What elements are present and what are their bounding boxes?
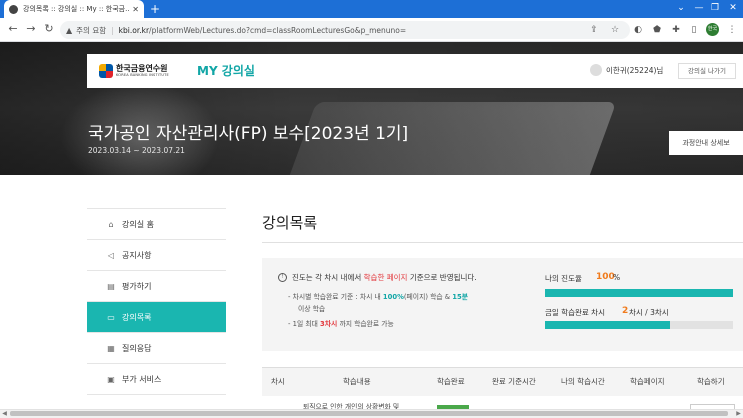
col-required-time: 완료 기준시간: [492, 377, 536, 386]
course-guide-button[interactable]: 과정안내 상세보: [669, 131, 743, 155]
site-favicon-icon: [9, 4, 18, 14]
scrollbar-thumb[interactable]: [10, 411, 728, 416]
today-completion-unit: 차시 / 3차시: [629, 308, 669, 317]
page-title: 강의목록: [262, 214, 318, 232]
today-progress-fill: [545, 321, 671, 329]
col-content: 학습내용: [343, 377, 371, 386]
tab-search-icon[interactable]: ⌄: [672, 1, 690, 15]
my-classroom-title[interactable]: MY 강의실: [197, 62, 255, 79]
side-panel-icon[interactable]: ▯: [688, 24, 700, 36]
shield-extension-icon[interactable]: ⬟: [651, 24, 663, 36]
logo-korean-name: 한국금융연수원: [116, 64, 168, 73]
service-icon: ▣: [107, 374, 115, 384]
sidebar-item-label: 질의응답: [122, 343, 152, 353]
restore-button[interactable]: ❐: [706, 1, 724, 15]
today-completion-label: 금일 학습완료 차시: [545, 308, 605, 317]
title-divider: [262, 242, 743, 243]
col-session: 차시: [271, 377, 285, 386]
exit-classroom-button[interactable]: 강의실 나가기: [678, 63, 736, 79]
extensions-puzzle-icon[interactable]: ✚: [670, 24, 682, 36]
close-tab-icon[interactable]: ✕: [132, 5, 139, 14]
col-completed: 학습완료: [437, 377, 465, 386]
forward-button[interactable]: →: [24, 22, 38, 36]
address-toolbar: ← → ↻ ▲ 주의 요함 | kbi.or.kr /platformWeb/L…: [0, 18, 743, 42]
info-icon: !: [278, 273, 287, 282]
user-name: 이한귀(25224)님: [606, 66, 664, 75]
sidebar-item-home[interactable]: ⌂ 강의실 홈: [87, 209, 226, 240]
browser-tab[interactable]: 강의목록 :: 강의실 :: My :: 한국금... ✕: [4, 0, 144, 18]
notice-highlight: 학습한 페이지: [363, 273, 408, 282]
sidebar-item-label: 공지사항: [122, 250, 152, 260]
today-completion-value: 2: [622, 306, 629, 316]
my-progress-label: 나의 진도율: [545, 274, 582, 283]
home-icon: ⌂: [108, 219, 114, 229]
qa-icon: ▦: [107, 343, 115, 353]
sidebar-item-label: 평가하기: [122, 281, 152, 291]
sidebar-item-services[interactable]: ▣ 부가 서비스: [87, 364, 226, 395]
profile-avatar[interactable]: 한국: [706, 23, 719, 36]
daily-limit: - 1일 최대 3차시 까지 학습완료 가능: [288, 320, 394, 328]
warning-icon[interactable]: ▲: [66, 26, 72, 35]
my-progress-bar: [545, 289, 733, 297]
url-path: /platformWeb/Lectures.do?cmd=classRoomLe…: [149, 25, 407, 35]
course-dates: 2023.03.14 ~ 2023.07.21: [88, 146, 185, 155]
extension-circle-icon[interactable]: ◐: [632, 24, 644, 36]
my-progress-value: 100: [596, 272, 615, 282]
logo-english-name: KOREA BANKING INSTITUTE: [116, 73, 169, 77]
share-icon[interactable]: ⇪: [588, 24, 600, 36]
sidebar-item-label: 강의실 홈: [122, 219, 154, 229]
sidebar-item-qa[interactable]: ▦ 질의응답: [87, 333, 226, 364]
browser-tab-title: 강의목록 :: 강의실 :: My :: 한국금...: [23, 5, 130, 13]
megaphone-icon: ◁: [107, 250, 115, 260]
completion-criteria: - 차시별 학습완료 기준 : 차시 내 100%(페이지) 학습 & 15분: [288, 293, 468, 301]
browser-menu-icon[interactable]: ⋮: [726, 24, 738, 36]
browser-tab-bar: 강의목록 :: 강의실 :: My :: 한국금... ✕ + ⌄ — ❐ ✕: [0, 0, 743, 18]
sidebar-item-lectures[interactable]: ▭ 강의목록: [87, 302, 226, 333]
scroll-left-arrow-icon[interactable]: ◀: [0, 409, 9, 418]
site-header: 한국금융연수원 KOREA BANKING INSTITUTE MY 강의실 이…: [87, 54, 743, 88]
today-progress-bar: [545, 321, 733, 329]
scroll-right-arrow-icon[interactable]: ▶: [734, 409, 743, 418]
address-bar[interactable]: ▲ 주의 요함 | kbi.or.kr /platformWeb/Lecture…: [60, 21, 630, 39]
my-progress-unit: %: [613, 273, 621, 282]
col-my-time: 나의 학습시간: [561, 377, 605, 386]
sidebar-item-notice[interactable]: ◁ 공지사항: [87, 240, 226, 271]
sidebar-item-label: 강의목록: [122, 312, 152, 322]
col-study: 학습하기: [697, 377, 725, 386]
reload-button[interactable]: ↻: [42, 22, 56, 36]
user-avatar-icon: [590, 64, 602, 76]
col-pages: 학습페이지: [630, 377, 665, 386]
kbi-logo[interactable]: 한국금융연수원 KOREA BANKING INSTITUTE: [99, 64, 169, 78]
url-host: kbi.or.kr: [118, 25, 150, 35]
my-progress-fill: [545, 289, 733, 297]
progress-notice: 진도는 각 차시 내에서 학습한 페이지 기준으로 반영됩니다.: [292, 273, 477, 282]
sidebar-item-label: 부가 서비스: [122, 374, 162, 384]
monitor-icon: ▭: [107, 312, 115, 322]
kbi-logo-mark-icon: [99, 64, 113, 78]
bookmark-star-icon[interactable]: ☆: [609, 24, 621, 36]
close-window-button[interactable]: ✕: [724, 1, 742, 15]
completion-criteria-cont: 이상 학습: [298, 305, 326, 313]
security-label: 주의 요함: [76, 25, 107, 35]
new-tab-button[interactable]: +: [150, 2, 160, 16]
back-button[interactable]: ←: [6, 22, 20, 36]
sidebar-item-evaluation[interactable]: ▤ 평가하기: [87, 271, 226, 302]
address-separator: |: [111, 25, 114, 35]
course-title: 국가공인 자산관리사(FP) 보수[2023년 1기]: [88, 124, 409, 144]
document-icon: ▤: [107, 281, 115, 291]
